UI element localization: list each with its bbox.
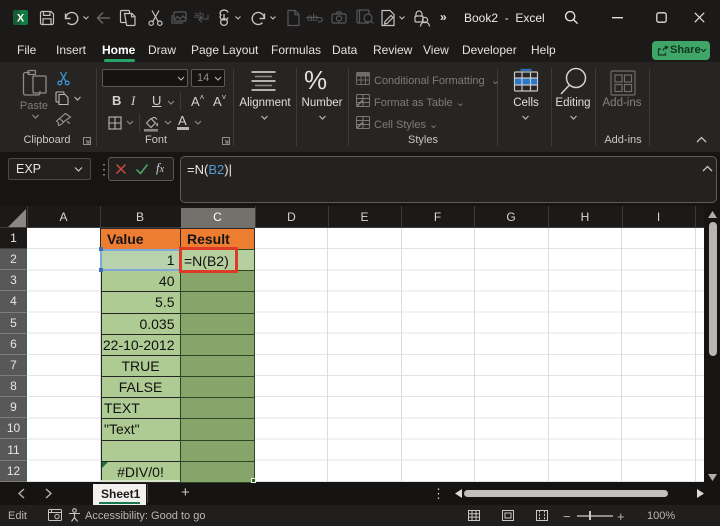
svg-text:X: X: [17, 13, 25, 25]
svg-text:ab: ab: [307, 13, 319, 24]
